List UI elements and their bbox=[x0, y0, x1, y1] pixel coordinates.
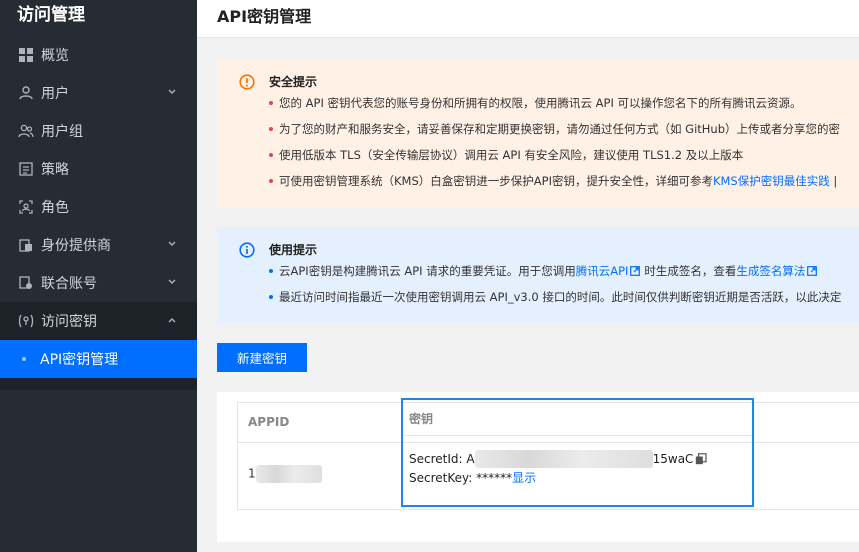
sidebar-item-label: 联合账号 bbox=[41, 276, 97, 292]
sidebar-nav: 概览 用户 用户组 策略 角色 身份提供商 联合账号 访问密钥 bbox=[0, 36, 197, 340]
usage-notice-header: 使用提示 bbox=[239, 241, 317, 258]
usage-notice-item: 云API密钥是构建腾讯云 API 请求的重要凭证。用于您调用腾讯云API 时生成签… bbox=[269, 263, 841, 289]
usage-notice: 使用提示 云API密钥是构建腾讯云 API 请求的重要凭证。用于您调用腾讯云AP… bbox=[217, 227, 859, 323]
usage-notice-text: 云API密钥是构建腾讯云 API 请求的重要凭证。用于您调用 bbox=[279, 264, 576, 278]
security-notice-item: 可使用密钥管理系统（KMS）白盒密钥进一步保护API密钥，提升安全性，详细可参考… bbox=[269, 173, 840, 199]
column-header-key: 密钥 bbox=[409, 412, 434, 426]
kms-best-practice-link[interactable]: KMS保护密钥最佳实践 bbox=[713, 174, 830, 188]
secret-id-row: SecretId: A 15waC bbox=[409, 450, 708, 468]
signature-algorithm-link[interactable]: 生成签名算法 bbox=[736, 264, 805, 278]
usage-notice-title: 使用提示 bbox=[269, 243, 318, 257]
info-icon bbox=[239, 241, 255, 258]
bullet-icon bbox=[22, 357, 26, 361]
secret-id-prefix: A bbox=[466, 452, 475, 466]
sidebar-item-overview[interactable]: 概览 bbox=[0, 36, 197, 74]
security-notice-item: 使用低版本 TLS（安全传输层协议）调用云 API 有安全风险，建议使用 TLS… bbox=[269, 147, 840, 173]
usage-notice-list: 云API密钥是构建腾讯云 API 请求的重要凭证。用于您调用腾讯云API 时生成签… bbox=[269, 263, 841, 315]
identity-provider-icon bbox=[18, 237, 34, 253]
user-icon bbox=[18, 85, 34, 101]
appid-cell: 1 bbox=[248, 465, 322, 483]
security-notice-item-text: 可使用密钥管理系统（KMS）白盒密钥进一步保护API密钥，提升安全性，详细可参考 bbox=[279, 174, 713, 188]
sidebar-subitem-label: API密钥管理 bbox=[40, 352, 119, 368]
sidebar-submenu-bottom bbox=[0, 378, 197, 390]
sidebar-item-label: 角色 bbox=[41, 200, 69, 216]
sidebar-title: 访问管理 bbox=[17, 5, 85, 25]
sidebar-item-federated-accounts[interactable]: 联合账号 bbox=[0, 264, 197, 302]
role-icon bbox=[18, 199, 34, 215]
sidebar-item-access-keys[interactable]: 访问密钥 bbox=[0, 302, 197, 340]
external-link-icon[interactable] bbox=[807, 266, 818, 276]
secret-key-cell-highlight: 密钥 SecretId: A 15waC SecretKey: ****** 显示 bbox=[401, 398, 754, 507]
sidebar-item-roles[interactable]: 角色 bbox=[0, 188, 197, 226]
sidebar-item-label: 用户组 bbox=[41, 124, 83, 140]
security-notice-item-suffix: | bbox=[829, 174, 838, 188]
appid-visible-text: 1 bbox=[248, 466, 256, 481]
secret-key-row: SecretKey: ****** 显示 bbox=[409, 469, 536, 486]
security-notice-header: 安全提示 bbox=[239, 73, 317, 90]
security-notice-title: 安全提示 bbox=[269, 75, 318, 89]
copy-icon[interactable] bbox=[695, 453, 708, 465]
user-group-icon bbox=[18, 123, 34, 139]
secret-id-suffix: 15waC bbox=[652, 452, 694, 466]
sidebar-item-policies[interactable]: 策略 bbox=[0, 150, 197, 188]
sidebar-item-user-groups[interactable]: 用户组 bbox=[0, 112, 197, 150]
tencent-cloud-api-link[interactable]: 腾讯云API bbox=[576, 264, 629, 278]
sidebar-item-label: 概览 bbox=[41, 48, 69, 64]
sidebar-item-label: 身份提供商 bbox=[41, 238, 111, 254]
warning-icon bbox=[239, 73, 255, 90]
secret-key-label: SecretKey: bbox=[409, 470, 473, 485]
grid-icon bbox=[18, 47, 34, 63]
key-table: APPID ‘ 1 : 密钥 SecretId: A15waC SecretKe… bbox=[237, 398, 859, 510]
sidebar-item-label: 策略 bbox=[41, 162, 69, 178]
sidebar-item-label: 访问密钥 bbox=[41, 314, 97, 330]
sidebar-item-label: 用户 bbox=[41, 86, 69, 102]
sidebar-item-users[interactable]: 用户 bbox=[0, 74, 197, 112]
policy-icon bbox=[18, 161, 34, 177]
security-notice-item: 为了您的财产和服务安全，请妥善保存和定期更换密钥，请勿通过任何方式（如 GitH… bbox=[269, 121, 840, 147]
security-notice-list: 您的 API 密钥代表您的账号身份和所拥有的权限，使用腾讯云 API 可以操作您… bbox=[269, 95, 840, 199]
sidebar-subitem-api-key-management[interactable]: API密钥管理 bbox=[0, 340, 197, 378]
redacted-secret-id bbox=[474, 450, 653, 468]
usage-notice-text: 时生成签名，查看 bbox=[644, 264, 737, 278]
usage-notice-item: 最近访问时间指最近一次使用密钥调用云 API_v3.0 接口的时间。此时间仅供判… bbox=[269, 289, 841, 315]
redacted-appid bbox=[255, 465, 322, 483]
sidebar: 访问管理 概览 用户 用户组 策略 角色 身份提供商 联合账号 访问密钥 API… bbox=[0, 0, 197, 552]
secret-key-masked: ****** bbox=[476, 470, 513, 485]
chevron-down-icon bbox=[168, 279, 176, 284]
page-header: API密钥管理 bbox=[197, 0, 859, 38]
page-title: API密钥管理 bbox=[217, 7, 312, 26]
secret-id-label: SecretId: bbox=[409, 452, 463, 466]
key-table-panel: APPID ‘ 1 : 密钥 SecretId: A15waC SecretKe… bbox=[217, 392, 859, 542]
external-link-icon[interactable] bbox=[630, 266, 641, 276]
show-secret-key-link[interactable]: 显示 bbox=[512, 469, 536, 486]
sidebar-item-identity-providers[interactable]: 身份提供商 bbox=[0, 226, 197, 264]
security-notice-item: 您的 API 密钥代表您的账号身份和所拥有的权限，使用腾讯云 API 可以操作您… bbox=[269, 95, 840, 121]
chevron-down-icon bbox=[168, 241, 176, 246]
federated-account-icon bbox=[18, 275, 34, 291]
security-notice: 安全提示 您的 API 密钥代表您的账号身份和所拥有的权限，使用腾讯云 API … bbox=[217, 59, 859, 207]
create-key-button[interactable]: 新建密钥 bbox=[217, 343, 307, 372]
column-header-appid: APPID bbox=[248, 415, 290, 429]
header-divider bbox=[403, 435, 752, 436]
chevron-up-icon bbox=[168, 318, 176, 323]
chevron-down-icon bbox=[168, 89, 176, 94]
main-content: 安全提示 您的 API 密钥代表您的账号身份和所拥有的权限，使用腾讯云 API … bbox=[197, 39, 859, 552]
key-icon bbox=[18, 313, 34, 329]
